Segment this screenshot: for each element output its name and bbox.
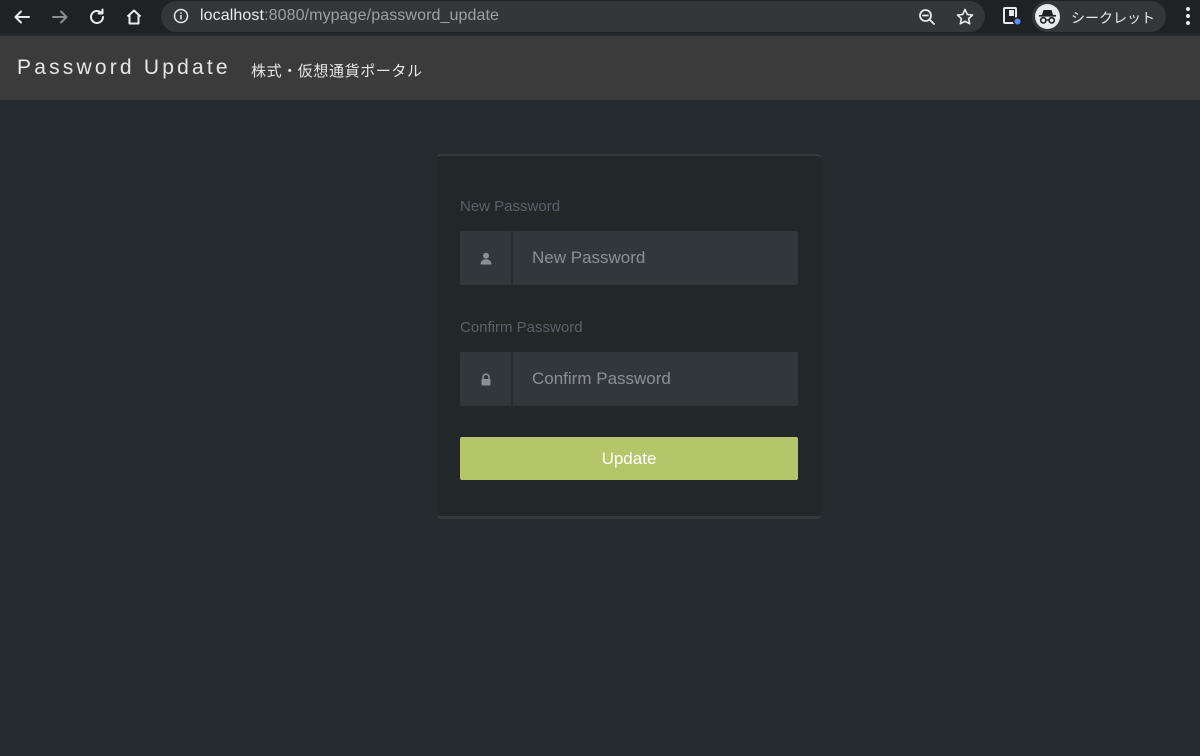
arrow-right-icon <box>52 10 68 24</box>
info-icon[interactable] <box>173 8 189 24</box>
url-path: :8080/mypage/password_update <box>264 7 500 24</box>
password-update-card: New Password Confirm Password Update <box>437 154 821 519</box>
incognito-icon <box>1035 4 1060 29</box>
url-text: localhost:8080/mypage/password_update <box>200 7 499 25</box>
new-password-group <box>460 231 798 285</box>
app-header: Password Update 株式・仮想通貨ポータル <box>0 36 1200 100</box>
arrow-left-icon <box>14 10 30 24</box>
reload-button[interactable] <box>84 4 110 30</box>
confirm-password-group <box>460 352 798 406</box>
kebab-menu-icon[interactable] <box>1178 5 1198 27</box>
confirm-password-addon <box>460 352 513 406</box>
extension-icon[interactable] <box>1001 5 1023 27</box>
new-password-addon <box>460 231 513 285</box>
home-button[interactable] <box>121 4 147 30</box>
update-button[interactable]: Update <box>460 437 798 480</box>
reload-icon <box>90 8 104 24</box>
incognito-profile-button[interactable]: シークレット <box>1032 1 1166 32</box>
profile-label: シークレット <box>1071 10 1155 26</box>
browser-toolbar: localhost:8080/mypage/password_update シー… <box>0 0 1200 34</box>
home-icon <box>126 9 142 25</box>
user-icon <box>480 252 491 264</box>
bookmark-star-icon[interactable] <box>955 7 975 27</box>
confirm-password-input[interactable] <box>513 352 798 406</box>
back-button[interactable] <box>9 4 35 30</box>
lock-icon <box>481 372 490 385</box>
new-password-label: New Password <box>460 198 561 215</box>
zoom-icon[interactable] <box>917 7 937 27</box>
site-subtitle: 株式・仮想通貨ポータル <box>251 63 423 80</box>
page-title: Password Update <box>17 56 231 79</box>
forward-button[interactable] <box>47 4 73 30</box>
url-host: localhost <box>200 7 265 24</box>
new-password-input[interactable] <box>513 231 798 285</box>
confirm-password-label: Confirm Password <box>460 319 583 336</box>
address-bar[interactable]: localhost:8080/mypage/password_update <box>161 1 985 32</box>
